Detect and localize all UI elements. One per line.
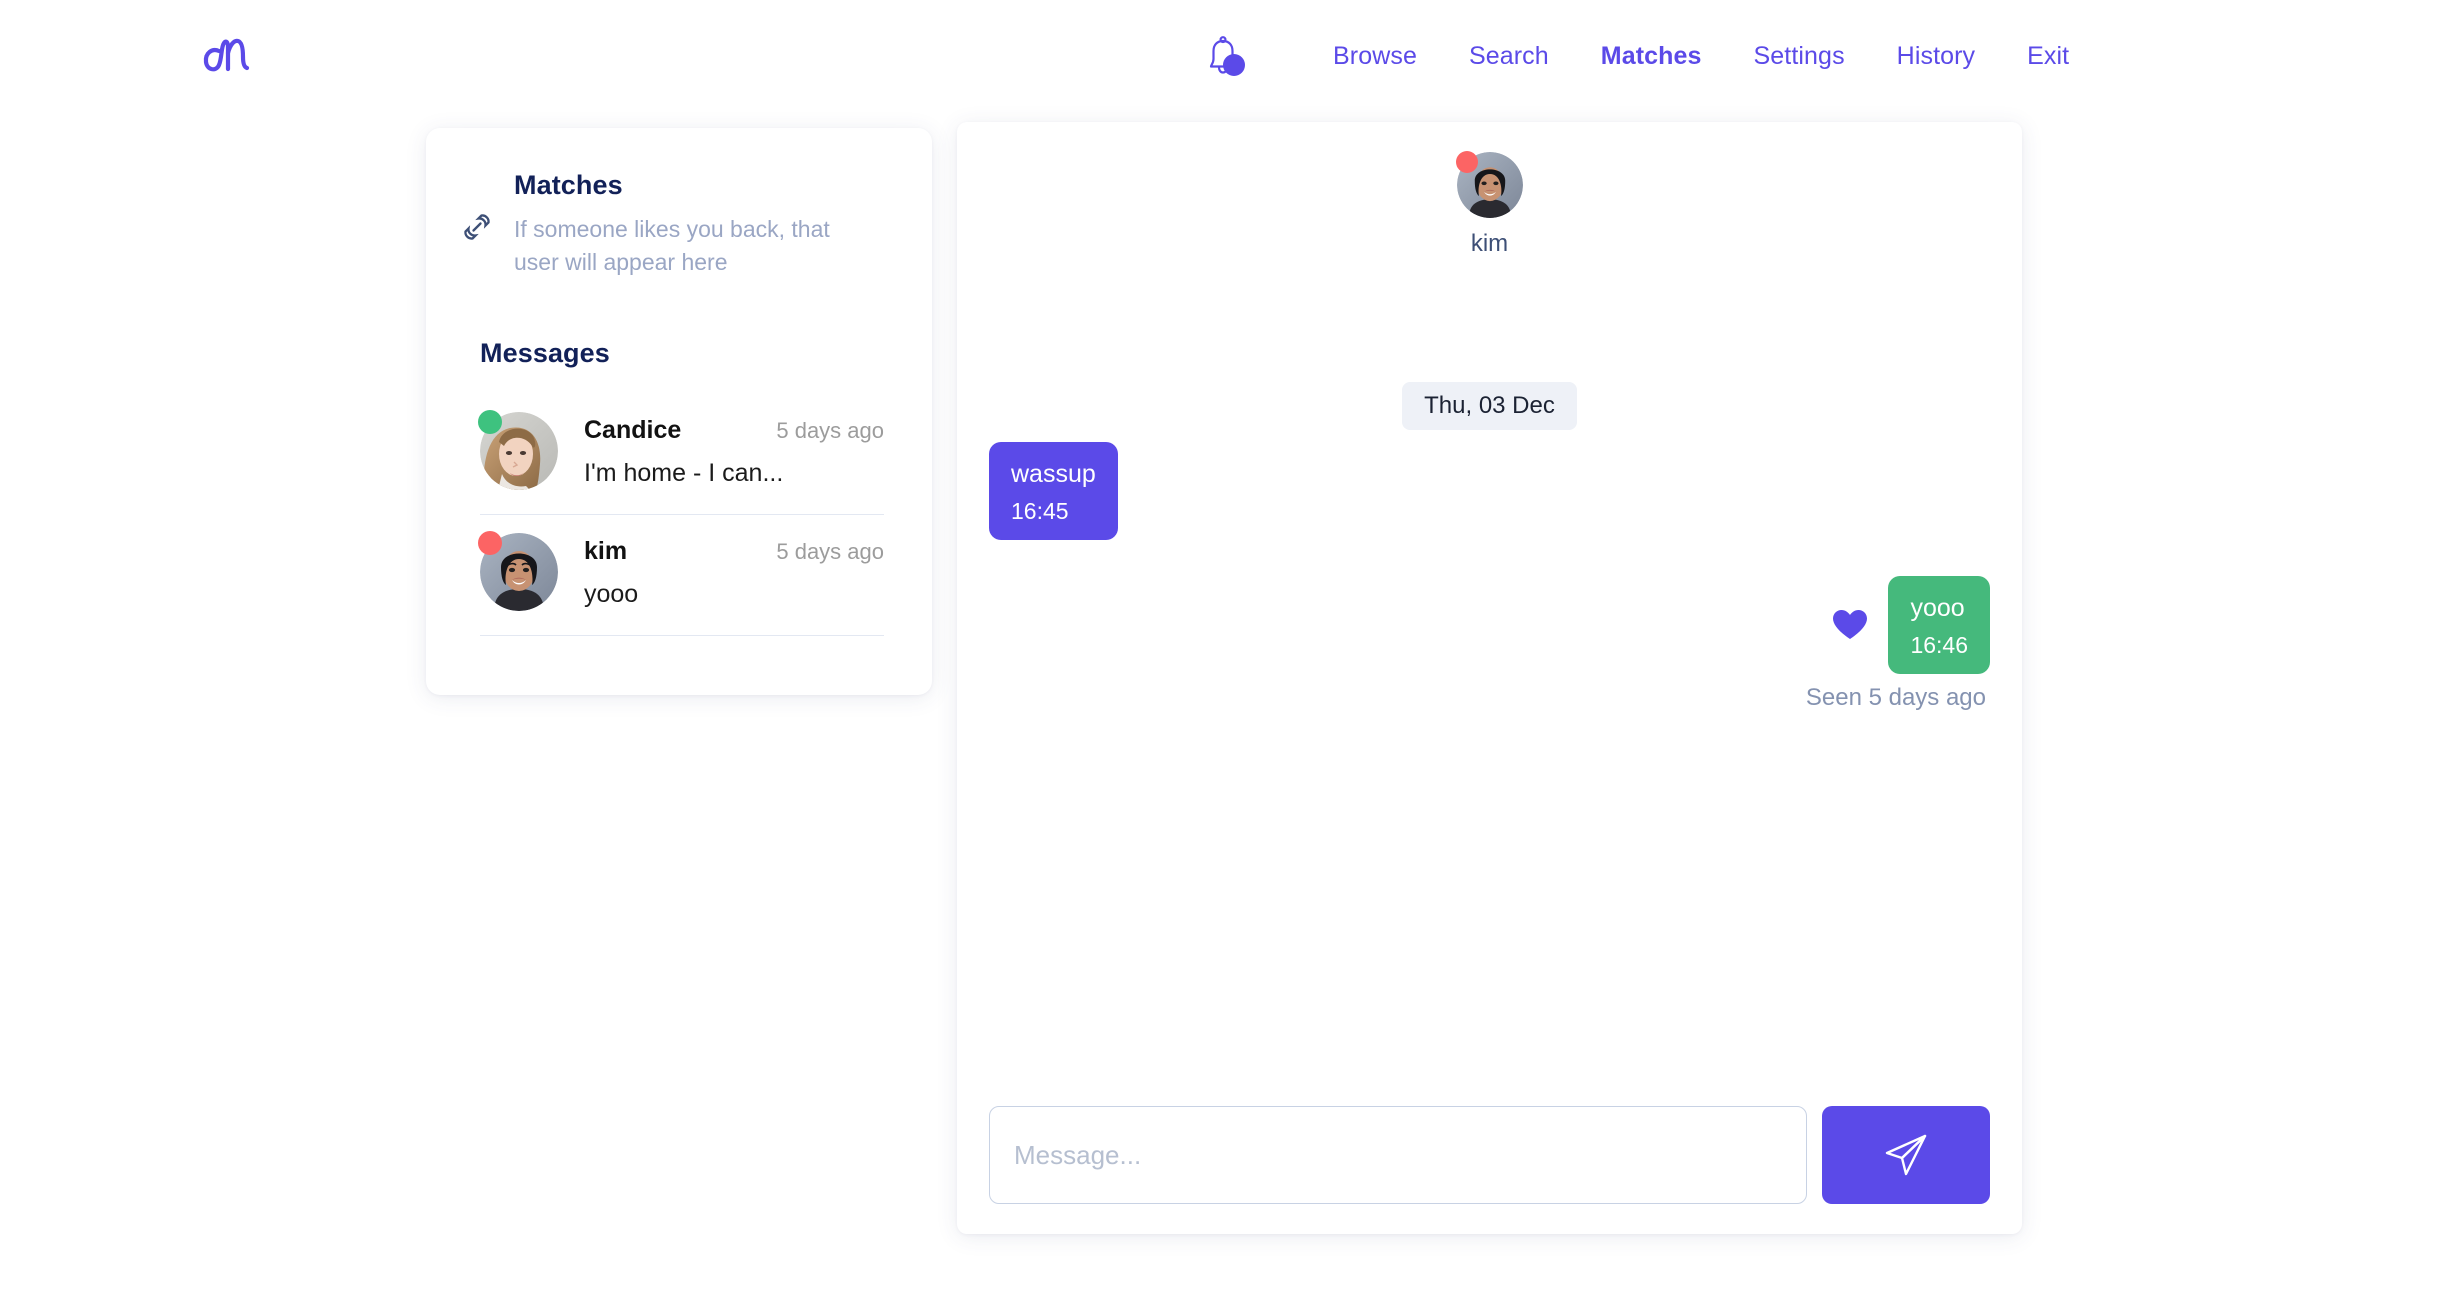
message-bubble[interactable]: yooo 16:46 <box>1888 576 1990 674</box>
list-item[interactable]: Candice 5 days ago I'm home - I can... <box>478 406 884 515</box>
notifications-button[interactable] <box>1195 28 1251 84</box>
conversation-header-row: Candice 5 days ago <box>584 416 884 445</box>
heart-icon <box>1833 610 1868 639</box>
app-logo[interactable] <box>196 30 260 86</box>
list-item[interactable]: kim 5 days ago yooo <box>478 515 884 636</box>
matches-subtitle: If someone likes you back, that user wil… <box>514 216 830 275</box>
conversation-preview: yooo <box>584 580 639 608</box>
nav-item-matches[interactable]: Matches <box>1575 42 1728 71</box>
nav-item-history[interactable]: History <box>1871 42 2001 71</box>
message-input[interactable] <box>989 1106 1807 1204</box>
conversation-list: Candice 5 days ago I'm home - I can... k… <box>478 406 884 636</box>
chat-header[interactable]: kim <box>957 151 2022 258</box>
seen-status-row: Seen 5 days ago <box>989 684 1990 712</box>
message-composer <box>989 1106 1990 1204</box>
chat-panel: kim Thu, 03 Dec wassup 16:45 yooo 16:46 … <box>957 122 2022 1234</box>
message-time: 16:45 <box>1011 498 1069 524</box>
monogram-m-logo-icon <box>203 38 250 72</box>
conversation-timestamp: 5 days ago <box>776 539 884 564</box>
chat-peer-name: kim <box>1470 230 1509 257</box>
message-bubble[interactable]: wassup 16:45 <box>989 442 1118 540</box>
nav-item-exit[interactable]: Exit <box>2001 42 2095 71</box>
seen-status: Seen 5 days ago <box>1805 684 1986 711</box>
notification-badge-dot <box>1223 54 1245 76</box>
link-chain-icon <box>464 214 490 240</box>
matches-title: Matches <box>514 170 623 200</box>
avatar <box>1455 151 1523 218</box>
status-badge <box>1455 151 1478 173</box>
reaction-heart-icon-wrap[interactable] <box>1832 609 1868 641</box>
message-text: wassup <box>1011 460 1096 488</box>
message-row-incoming: wassup 16:45 <box>989 442 1990 540</box>
avatar <box>478 410 558 490</box>
matches-text-group: Matches If someone likes you back, that … <box>514 168 844 279</box>
conversation-timestamp: 5 days ago <box>776 418 884 443</box>
conversation-header-row: kim 5 days ago <box>584 537 884 566</box>
date-divider-row: Thu, 03 Dec <box>957 382 2022 430</box>
nav-item-browse[interactable]: Browse <box>1307 42 1443 71</box>
matches-info-block[interactable]: Matches If someone likes you back, that … <box>426 128 932 279</box>
matches-sidebar-panel: Matches If someone likes you back, that … <box>426 128 932 695</box>
nav-links-group: Browse Search Matches Settings History E… <box>1195 28 2095 84</box>
status-badge <box>478 410 502 434</box>
conversation-body: Candice 5 days ago I'm home - I can... <box>584 412 884 488</box>
message-row-outgoing: yooo 16:46 <box>989 576 1990 674</box>
conversation-body: kim 5 days ago yooo <box>584 533 884 609</box>
message-stream: wassup 16:45 yooo 16:46 Seen 5 days ago <box>957 432 2022 712</box>
send-paper-plane-icon <box>1885 1134 1927 1176</box>
link-chain-icon-wrap <box>460 210 494 279</box>
conversation-name: kim <box>584 537 628 565</box>
message-text: yooo <box>1910 594 1965 622</box>
nav-item-settings[interactable]: Settings <box>1728 42 1871 71</box>
conversation-preview: I'm home - I can... <box>584 459 784 487</box>
conversation-name: Candice <box>584 416 682 444</box>
date-divider-badge: Thu, 03 Dec <box>1402 382 1577 430</box>
send-button[interactable] <box>1822 1106 1990 1204</box>
top-navigation-bar: Browse Search Matches Settings History E… <box>0 0 2444 110</box>
nav-item-search[interactable]: Search <box>1443 42 1575 71</box>
message-time: 16:46 <box>1910 632 1968 658</box>
messages-heading: Messages <box>480 338 610 368</box>
avatar <box>478 531 558 611</box>
status-badge <box>478 531 502 555</box>
